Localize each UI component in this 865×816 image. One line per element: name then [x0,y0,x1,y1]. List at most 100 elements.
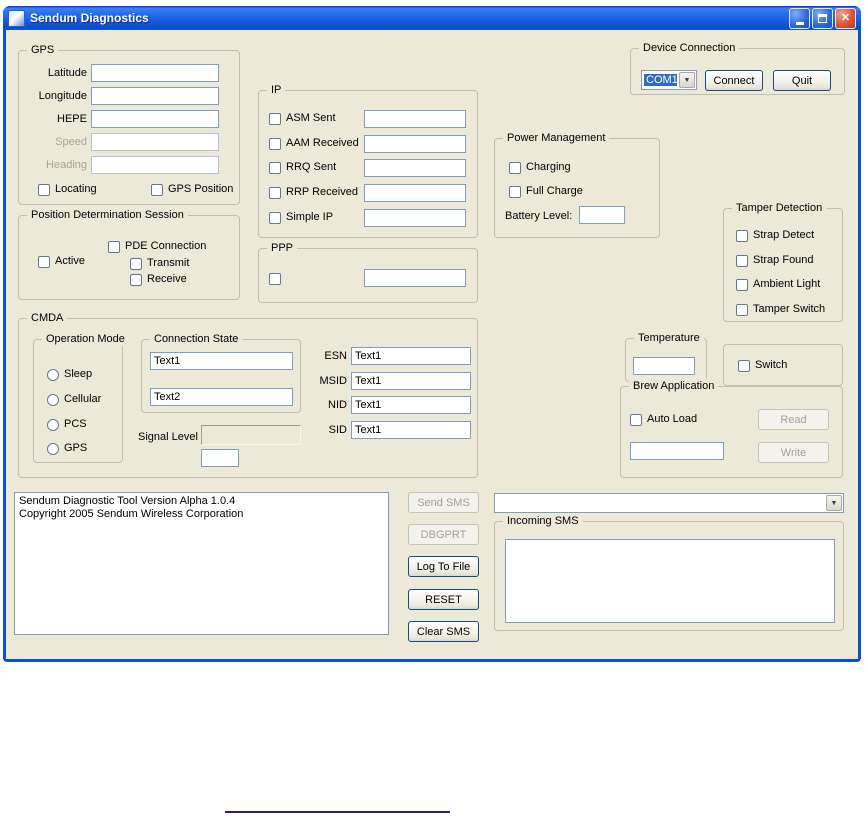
minimize-button[interactable] [789,7,810,29]
close-button[interactable]: ✕ [835,7,856,29]
checkbox-icon [269,273,281,285]
aam-received-input[interactable] [364,135,466,153]
incoming-sms-group: Incoming SMS [494,514,844,631]
ambient-light-label: Ambient Light [753,278,821,290]
battery-level-label: Battery Level: [505,210,573,222]
gps-position-checkbox[interactable]: GPS Position [151,183,233,196]
checkbox-icon [130,257,142,270]
ppp-group: PPP [258,241,478,303]
cellular-radio[interactable]: Cellular [47,393,101,406]
aam-received-checkbox[interactable]: AAM Received [269,137,359,150]
switch-checkbox[interactable]: Switch [738,359,787,372]
checkbox-icon [269,211,281,224]
rrq-sent-checkbox[interactable]: RRQ Sent [269,161,336,174]
longitude-label: Longitude [38,90,87,102]
auto-load-checkbox[interactable]: Auto Load [630,413,697,426]
msid-input[interactable] [351,372,471,390]
com-port-combobox[interactable]: COM1 ▼ [641,70,697,90]
log-line-1: Sendum Diagnostic Tool Version Alpha 1.0… [19,495,236,507]
esn-label: ESN [324,350,347,362]
hepe-input[interactable] [91,110,219,128]
connect-button[interactable]: Connect [705,70,763,91]
signal-level-input[interactable] [201,449,239,467]
checkbox-icon [108,240,120,253]
temperature-title: Temperature [634,331,704,345]
log-line-2: Copyright 2005 Sendum Wireless Corporati… [19,508,244,520]
simple-ip-checkbox[interactable]: Simple IP [269,211,333,224]
charging-checkbox[interactable]: Charging [509,161,571,174]
rrq-sent-label: RRQ Sent [286,161,337,173]
gps-group-title: GPS [27,43,59,57]
full-charge-checkbox[interactable]: Full Charge [509,185,583,198]
asm-sent-input[interactable] [364,110,466,128]
pcs-radio[interactable]: PCS [47,418,87,431]
checkbox-icon [736,254,748,267]
latitude-input[interactable] [91,64,219,82]
sid-input[interactable] [351,421,471,439]
read-button[interactable]: Read [758,409,829,430]
auto-load-label: Auto Load [647,413,698,425]
tamper-detection-group: Tamper Detection Strap Detect Strap Foun… [723,201,843,322]
ambient-light-checkbox[interactable]: Ambient Light [736,278,820,291]
ppp-input[interactable] [364,269,466,287]
footer-rule [225,811,450,813]
connection-state-title: Connection State [150,332,243,346]
locating-label: Locating [55,183,97,195]
title-bar[interactable]: Sendum Diagnostics ✕ [3,6,861,30]
full-charge-label: Full Charge [526,185,583,197]
sms-combobox[interactable]: ▼ [494,493,844,513]
log-output[interactable]: Sendum Diagnostic Tool Version Alpha 1.0… [14,492,389,635]
speed-label: Speed [55,136,87,148]
pde-connection-checkbox[interactable]: PDE Connection [108,240,206,253]
gps-position-label: GPS Position [168,183,234,195]
reset-button[interactable]: RESET [408,589,479,610]
speed-input [91,133,219,151]
receive-checkbox[interactable]: Receive [130,273,187,286]
battery-level-input[interactable] [579,206,625,224]
incoming-sms-textarea[interactable] [505,539,835,623]
cmda-group: CMDA Operation Mode Sleep Cellular PCS G… [18,311,478,478]
pde-connection-label: PDE Connection [125,240,207,252]
write-button[interactable]: Write [758,442,829,463]
brew-input[interactable] [630,442,724,460]
nid-input[interactable] [351,396,471,414]
gps-mode-label: GPS [64,442,88,454]
clear-sms-button[interactable]: Clear SMS [408,621,479,642]
receive-label: Receive [147,273,187,285]
esn-input[interactable] [351,347,471,365]
send-sms-button[interactable]: Send SMS [408,492,479,513]
maximize-button[interactable] [812,7,833,29]
log-to-file-button[interactable]: Log To File [408,556,479,577]
gps-radio[interactable]: GPS [47,442,87,455]
pcs-label: PCS [64,418,87,430]
dbgprt-button[interactable]: DBGPRT [408,524,479,545]
close-icon: ✕ [840,11,851,24]
asm-sent-checkbox[interactable]: ASM Sent [269,112,336,125]
transmit-checkbox[interactable]: Transmit [130,257,189,270]
rrp-received-input[interactable] [364,184,466,202]
latitude-label: Latitude [47,67,87,79]
temperature-input[interactable] [633,357,695,375]
checkbox-icon [509,185,521,198]
checkbox-icon [269,161,281,174]
quit-button[interactable]: Quit [773,70,831,91]
locating-checkbox[interactable]: Locating [38,183,97,196]
ppp-checkbox[interactable] [269,273,281,285]
strap-detect-checkbox[interactable]: Strap Detect [736,229,814,242]
tamper-switch-checkbox[interactable]: Tamper Switch [736,303,825,316]
window-body: GPS Latitude Longitude HEPE Speed Headin… [6,30,858,659]
rrq-sent-input[interactable] [364,159,466,177]
rrp-received-checkbox[interactable]: RRP Received [269,186,358,199]
hepe-label: HEPE [57,113,87,125]
sleep-radio[interactable]: Sleep [47,368,92,381]
chevron-down-icon: ▼ [826,495,842,511]
active-checkbox[interactable]: Active [38,255,85,268]
longitude-input[interactable] [91,87,219,105]
asm-sent-label: ASM Sent [286,112,336,124]
strap-found-checkbox[interactable]: Strap Found [736,254,814,267]
cmda-group-title: CMDA [27,311,68,325]
heading-input [91,156,219,174]
simple-ip-input[interactable] [364,209,466,227]
device-connection-title: Device Connection [639,41,740,55]
radio-icon [47,368,59,381]
